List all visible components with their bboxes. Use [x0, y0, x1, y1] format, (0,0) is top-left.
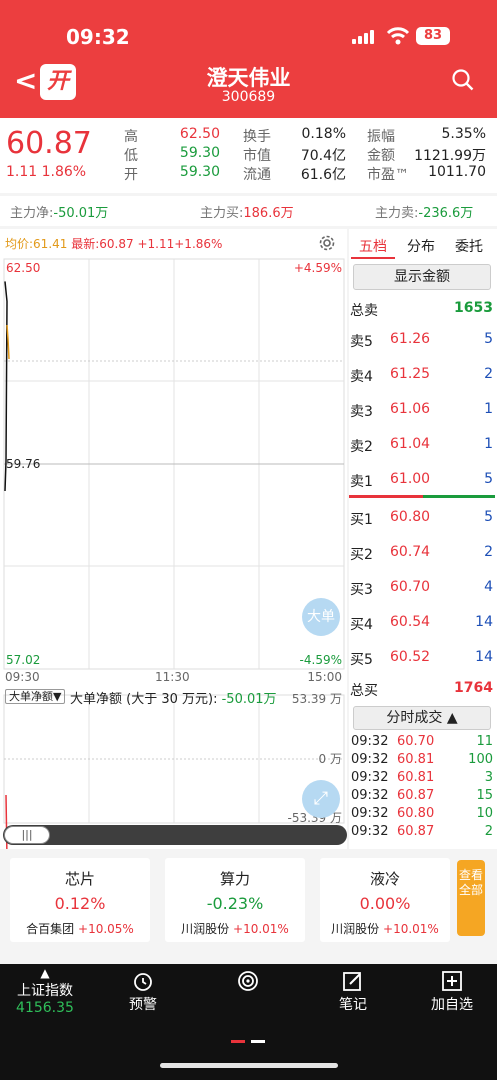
turnover-value: 0.18%	[301, 126, 346, 142]
page-indicator-active	[231, 1040, 245, 1043]
bottom-price-label: 57.02	[6, 653, 41, 667]
orderbook-panel: 五档 分布 委托 显示金额 总卖 1653 卖5 61.26 5 卖4 61.25 2 卖3…	[349, 229, 497, 849]
capital-flow-bar: 主力净:-50.01万 主力买:186.6万 主力卖:-236.6万	[0, 196, 497, 226]
alert-button[interactable]: 预警	[113, 964, 173, 1014]
high-value: 62.50	[179, 126, 220, 142]
intraday-chart-panel[interactable]: 均价:61.41 最新:60.87 +1.11+1.86% 62.50 +4.5…	[0, 229, 347, 849]
trade-row: 09:32 60.70 11	[351, 734, 493, 749]
stock-name: 澄天伟业	[206, 66, 291, 90]
float-value: 61.6亿	[300, 167, 346, 183]
home-indicator	[160, 1063, 338, 1068]
sub-top-label: 53.39 万	[291, 692, 342, 706]
sub-mid-label: 0 万	[318, 752, 342, 766]
sector-card[interactable]: 算力 -0.23% 川润股份 +10.01%	[165, 858, 305, 942]
bid-row[interactable]: 买2 60.74 2	[349, 543, 497, 563]
top-pct-label: +4.59%	[293, 261, 342, 275]
bid-row[interactable]: 买1 60.80 5	[349, 508, 497, 528]
header-bar: 09:32 83 < 开 澄天伟业 300689	[0, 0, 497, 118]
ask-row[interactable]: 卖5 61.26 5	[349, 330, 497, 350]
target-icon	[238, 971, 258, 991]
time-end-label: 15:00	[307, 670, 342, 684]
float-label: 流通	[243, 167, 271, 183]
sub-indicator-dropdown[interactable]: 大单净额▼	[5, 689, 66, 704]
status-time: 09:32	[66, 25, 130, 49]
total-sell-row: 总卖 1653	[350, 300, 493, 319]
bottom-pct-label: -4.59%	[299, 653, 342, 667]
show-amount-button[interactable]: 显示金额	[353, 264, 491, 290]
main-net-flow: 主力净:-50.01万	[10, 206, 109, 221]
view-all-button[interactable]: 查看全部	[457, 860, 485, 936]
chart-scrollbar[interactable]: |||	[3, 825, 347, 845]
main-sell-flow: 主力卖:-236.6万	[375, 206, 474, 221]
wifi-icon	[386, 26, 410, 51]
trade-row: 09:32 60.81 3	[351, 770, 493, 785]
alarm-icon	[134, 973, 152, 991]
stock-code: 300689	[221, 89, 276, 105]
amplitude-value: 5.35%	[441, 126, 486, 142]
add-watchlist-button[interactable]: 加自选	[421, 964, 483, 1014]
signal-icon	[352, 30, 374, 44]
target-button[interactable]	[220, 964, 276, 994]
mktcap-value: 70.4亿	[300, 148, 346, 164]
bid-ratio-bar	[423, 495, 495, 498]
mid-price-label: 59.76	[6, 457, 41, 471]
price-change: 1.11 1.86%	[6, 164, 87, 180]
ask-row[interactable]: 卖4 61.25 2	[349, 365, 497, 385]
amplitude-label: 振幅	[367, 129, 395, 145]
tab-underline	[351, 257, 395, 259]
ask-ratio-bar	[349, 495, 423, 498]
tab-entrust[interactable]: 委托	[455, 236, 483, 256]
ask-row[interactable]: 卖1 61.00 5	[349, 470, 497, 490]
sector-strip: 芯片 0.12% 合百集团 +10.05% 算力 -0.23% 川润股份 +10…	[0, 852, 497, 946]
open-label: 开	[124, 167, 138, 183]
pe-value: 1011.70	[428, 164, 486, 180]
main-buy-flow: 主力买:186.6万	[200, 206, 294, 221]
trade-row: 09:32 60.87 15	[351, 788, 493, 803]
time-start-label: 09:30	[5, 670, 40, 684]
trades-toggle-button[interactable]: 分时成交 ▲	[353, 706, 491, 730]
current-price: 60.87	[6, 126, 92, 161]
sector-card[interactable]: 液冷 0.00% 川润股份 +10.01%	[320, 858, 450, 942]
scroll-knob[interactable]: |||	[4, 826, 50, 844]
trade-row: 09:32 60.87 2	[351, 824, 493, 839]
bid-row[interactable]: 买3 60.70 4	[349, 578, 497, 598]
sector-card[interactable]: 芯片 0.12% 合百集团 +10.05%	[10, 858, 150, 942]
amount-label: 金额	[367, 148, 395, 164]
mktcap-label: 市值	[243, 148, 271, 164]
ask-row[interactable]: 卖2 61.04 1	[349, 435, 497, 455]
low-value: 59.30	[179, 145, 220, 161]
low-label: 低	[124, 148, 138, 164]
tab-distribution[interactable]: 分布	[407, 236, 435, 256]
time-mid-label: 11:30	[155, 670, 190, 684]
page-indicator	[251, 1040, 265, 1043]
turnover-label: 换手	[243, 129, 271, 145]
open-value: 59.30	[179, 164, 220, 180]
expand-icon[interactable]: ⤢	[302, 780, 340, 818]
notes-button[interactable]: 笔记	[323, 964, 383, 1014]
bid-row[interactable]: 买4 60.54 14	[349, 613, 497, 633]
total-buy-row: 总买 1764	[350, 680, 493, 699]
orderbook-tabs: 五档 分布 委托	[349, 229, 497, 259]
quote-panel: 60.87 1.11 1.86% 高 62.50 低 59.30 开 59.30…	[0, 118, 497, 193]
index-ticker[interactable]: ▲ 上证指数 4156.35	[8, 966, 82, 1016]
search-icon[interactable]	[452, 69, 474, 91]
sub-chart-title: 大单净额 (大于 30 万元): -50.01万	[70, 692, 277, 707]
high-label: 高	[124, 129, 138, 145]
ask-row[interactable]: 卖3 61.06 1	[349, 400, 497, 420]
bid-row[interactable]: 买5 60.52 14	[349, 648, 497, 668]
edit-icon	[343, 972, 361, 991]
big-order-button[interactable]: 大单	[302, 598, 340, 636]
plus-square-icon	[442, 971, 462, 991]
trade-row: 09:32 60.81 100	[351, 752, 493, 767]
trade-row: 09:32 60.80 10	[351, 806, 493, 821]
chart-canvas	[3, 258, 345, 849]
amount-value: 1121.99万	[414, 148, 486, 164]
battery-icon: 83	[416, 27, 450, 45]
tab-five-levels[interactable]: 五档	[359, 236, 387, 256]
top-price-label: 62.50	[6, 261, 41, 275]
